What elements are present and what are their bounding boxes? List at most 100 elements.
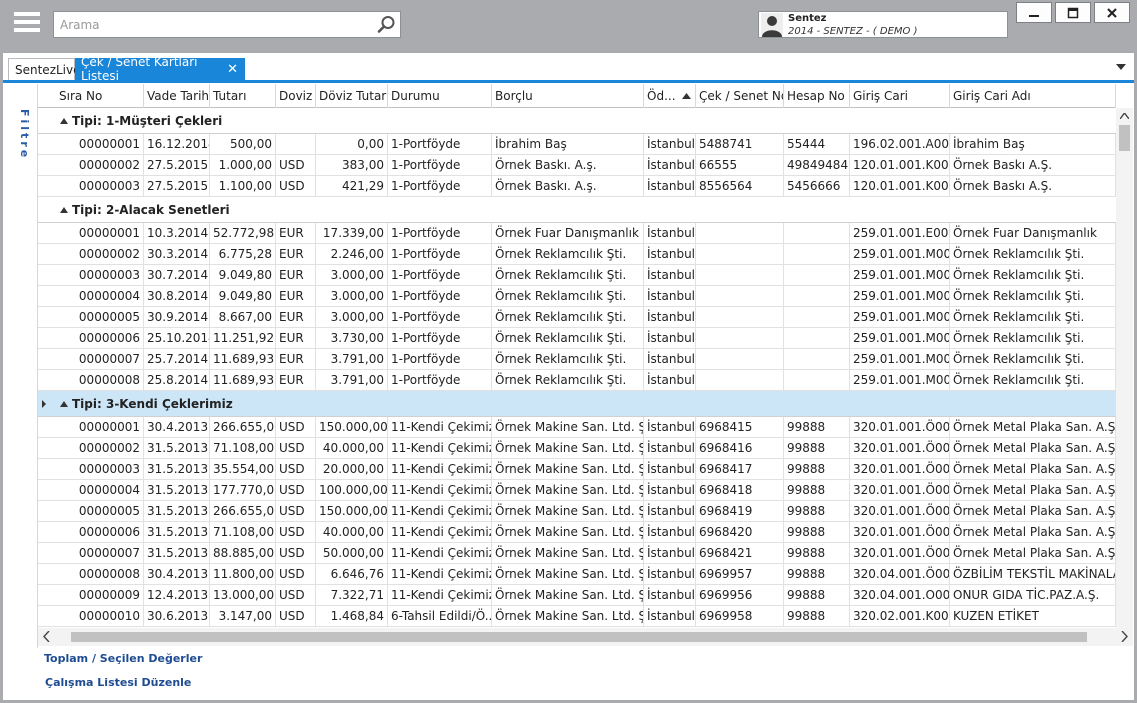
- table-cell: İstanbul: [644, 564, 696, 585]
- chevron-down-icon[interactable]: [1116, 64, 1126, 70]
- table-cell: 31.5.2013: [144, 501, 210, 522]
- table-cell: USD: [276, 176, 316, 197]
- table-row[interactable]: 00000004 30.8.2014 9.049,80 EUR 3.000,00 1-Po…: [38, 286, 1116, 307]
- table-cell: 11-Kendi Çekimiz: [388, 564, 492, 585]
- table-cell: USD: [276, 543, 316, 564]
- table-row[interactable]: 00000001 10.3.2014 52.772,98 EUR 17.339,00 1-…: [38, 223, 1116, 244]
- table-cell: Örnek Baskı. A.ş.: [492, 155, 644, 176]
- table-cell: 49849484: [784, 155, 850, 176]
- table-row[interactable]: 00000003 30.7.2014 9.049,80 EUR 3.000,00 1-Po…: [38, 265, 1116, 286]
- table-cell: Örnek Reklamcılık Şti.: [950, 307, 1116, 328]
- table-cell: 320.02.001.K001: [850, 606, 950, 627]
- table-row[interactable]: 00000002 31.5.2013 71.108,00 USD 40.000,00 11…: [38, 438, 1116, 459]
- group-row[interactable]: Tipi: 3-Kendi Çeklerimiz: [38, 391, 1116, 417]
- table-cell: 99888: [784, 606, 850, 627]
- minimize-button[interactable]: [1016, 2, 1052, 23]
- table-row[interactable]: 00000003 27.5.2015 1.100,00 USD 421,29 1-Port…: [38, 176, 1116, 197]
- table-row[interactable]: 00000002 27.5.2015 1.000,00 USD 383,00 1-Port…: [38, 155, 1116, 176]
- search-icon[interactable]: [377, 15, 396, 34]
- table-cell: USD: [276, 417, 316, 438]
- table-cell: 150.000,00: [316, 501, 388, 522]
- scroll-up-icon[interactable]: [1120, 113, 1129, 119]
- column-header[interactable]: Vade Tarihi: [144, 84, 210, 108]
- table-row[interactable]: 00000005 31.5.2013 266.655,00 USD 150.000,00…: [38, 501, 1116, 522]
- table-cell: USD: [276, 522, 316, 543]
- table-cell: 266.655,00: [210, 501, 276, 522]
- table-row[interactable]: 00000001 30.4.2013 266.655,00 USD 150.000,00…: [38, 417, 1116, 438]
- table-cell: Örnek Reklamcılık Şti.: [492, 370, 644, 391]
- table-cell: 259.01.001.M001: [850, 328, 950, 349]
- table-cell: İstanbul: [644, 438, 696, 459]
- user-box[interactable]: Sentez 2014 - SENTEZ - ( DEMO ): [758, 11, 1008, 38]
- table-row[interactable]: 00000001 16.12.2014 500,00 0,00 1-Portföyde İ…: [38, 134, 1116, 155]
- table-row[interactable]: 00000005 30.9.2014 8.667,00 EUR 3.000,00 1-Po…: [38, 307, 1116, 328]
- column-header[interactable]: Hesap No: [784, 84, 850, 108]
- table-cell: 00000001: [56, 223, 144, 244]
- table-cell: 6968415: [696, 417, 784, 438]
- tab-sentezlive[interactable]: SentezLive: [8, 58, 81, 80]
- table-row[interactable]: 00000004 31.5.2013 177.770,00 USD 100.000,00…: [38, 480, 1116, 501]
- scroll-right-icon[interactable]: [1121, 631, 1128, 642]
- tab-close-icon[interactable]: ✕: [227, 62, 238, 77]
- group-row[interactable]: Tipi: 2-Alacak Senetleri: [38, 197, 1116, 223]
- table-cell: 421,29: [316, 176, 388, 197]
- maximize-icon: [1067, 7, 1079, 18]
- collapse-group-icon[interactable]: [60, 401, 68, 407]
- table-cell: [784, 307, 850, 328]
- table-row[interactable]: 00000008 30.4.2013 11.800,00 USD 6.646,76 11-…: [38, 564, 1116, 585]
- table-row[interactable]: 00000003 31.5.2013 35.554,00 USD 20.000,00 11…: [38, 459, 1116, 480]
- column-header[interactable]: Durumu: [388, 84, 492, 108]
- table-cell: 00000001: [56, 134, 144, 155]
- table-cell: Örnek Makine San. Ltd. Şti.: [492, 501, 644, 522]
- table-cell: USD: [276, 606, 316, 627]
- table-cell: 27.5.2015: [144, 176, 210, 197]
- filter-panel-toggle[interactable]: Filtre: [17, 109, 31, 169]
- collapse-group-icon[interactable]: [60, 207, 68, 213]
- table-cell: 9.049,80: [210, 286, 276, 307]
- table-cell: 99888: [784, 585, 850, 606]
- table-cell: İstanbul: [644, 134, 696, 155]
- table-row[interactable]: 00000007 25.7.2014 11.689,93 EUR 3.791,00 1-P…: [38, 349, 1116, 370]
- edit-work-list-link[interactable]: Çalışma Listesi Düzenle: [45, 676, 191, 689]
- table-cell: 11-Kendi Çekimiz: [388, 459, 492, 480]
- table-row[interactable]: 00000008 25.8.2014 11.689,93 EUR 3.791,00 1-P…: [38, 370, 1116, 391]
- column-header[interactable]: Giriş Cari: [850, 84, 950, 108]
- table-cell: 00000003: [56, 176, 144, 197]
- totals-link[interactable]: Toplam / Seçilen Değerler: [44, 652, 202, 665]
- table-row[interactable]: 00000007 31.5.2013 88.885,00 USD 50.000,00 11…: [38, 543, 1116, 564]
- collapse-group-icon[interactable]: [60, 118, 68, 124]
- group-row[interactable]: Tipi: 1-Müşteri Çekleri: [38, 108, 1116, 134]
- table-cell: Örnek Makine San. Ltd. Şti.: [492, 606, 644, 627]
- vertical-scrollbar[interactable]: [1116, 108, 1133, 628]
- table-cell: Örnek Metal Plaka San. A.Ş.: [950, 522, 1116, 543]
- column-header[interactable]: Tutarı: [210, 84, 276, 108]
- tab-cek-senet-kartlari[interactable]: Çek / Senet Kartları Listesi ✕: [75, 55, 245, 83]
- close-window-button[interactable]: [1094, 2, 1130, 23]
- hamburger-menu-icon[interactable]: [14, 12, 40, 36]
- horizontal-scrollbar[interactable]: [38, 628, 1133, 646]
- table-row[interactable]: 00000010 30.6.2013 3.147,00 USD 1.468,84 6-Ta…: [38, 606, 1116, 627]
- column-header[interactable]: Sıra No: [56, 84, 144, 108]
- table-cell: 71.108,00: [210, 522, 276, 543]
- table-cell: Örnek Metal Plaka San. A.Ş.: [950, 438, 1116, 459]
- table-cell: 30.8.2014: [144, 286, 210, 307]
- column-header[interactable]: Giriş Cari Adı: [950, 84, 1116, 108]
- table-cell: 1.100,00: [210, 176, 276, 197]
- column-header[interactable]: Borçlu: [492, 84, 644, 108]
- table-row[interactable]: 00000006 31.5.2013 71.108,00 USD 40.000,00 11…: [38, 522, 1116, 543]
- table-cell: Örnek Fuar Danışmanlık: [492, 223, 644, 244]
- table-row[interactable]: 00000006 25.10.2014 11.251,92 EUR 3.730,00 1-…: [38, 328, 1116, 349]
- table-row[interactable]: 00000009 12.4.2013 13.000,00 USD 7.322,71 11-…: [38, 585, 1116, 606]
- scroll-left-icon[interactable]: [43, 631, 50, 642]
- column-header[interactable]: Döviz Tutarı: [316, 84, 388, 108]
- horizontal-scroll-thumb[interactable]: [71, 632, 1087, 642]
- vertical-scroll-thumb[interactable]: [1119, 125, 1130, 151]
- maximize-button[interactable]: [1055, 2, 1091, 23]
- column-header[interactable]: Çek / Senet No: [696, 84, 784, 108]
- table-row[interactable]: 00000002 30.3.2014 6.775,28 EUR 2.246,00 1-Po…: [38, 244, 1116, 265]
- table-cell: 00000002: [56, 244, 144, 265]
- table-cell: 31.5.2013: [144, 480, 210, 501]
- search-input[interactable]: [54, 12, 374, 37]
- column-header[interactable]: Doviz: [276, 84, 316, 108]
- window-controls: [1016, 2, 1133, 23]
